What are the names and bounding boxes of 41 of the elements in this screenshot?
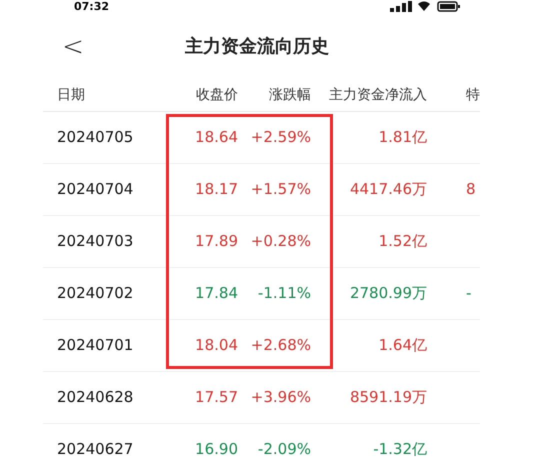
table-cell-text: 17.57 (194, 387, 238, 408)
table-cell-text: 17.84 (194, 283, 238, 304)
table-cell-text: -2.09% (256, 439, 311, 460)
table-cell-text: +3.96% (250, 387, 311, 408)
wifi-icon (418, 1, 430, 11)
battery-icon (437, 1, 461, 12)
table-cell-text: 18.17 (194, 179, 238, 200)
table-cell-text: +2.68% (250, 335, 311, 356)
table-cell-text: 1.52亿 (378, 231, 427, 252)
table-cell-text: 20240628 (56, 387, 134, 408)
back-button[interactable]: < (62, 32, 84, 62)
column-header: 收盘价 (195, 86, 238, 105)
table-cell-text: +1.57% (250, 179, 311, 200)
table-cell-text: 20240704 (56, 179, 134, 200)
column-header: 日期 (56, 86, 86, 105)
table-cell-text: 1.64亿 (378, 335, 427, 356)
column-header: 主力资金净流入 (328, 86, 427, 105)
status-time: 07:32 (74, 0, 110, 13)
table-cell-text: 17.89 (194, 231, 238, 252)
table-cell-text: 8 (465, 179, 477, 200)
table-cell-text: +2.59% (250, 127, 311, 148)
table-cell-text: 20240703 (56, 231, 134, 252)
column-header: 特 (465, 86, 480, 105)
table-cell-text: 20240627 (56, 439, 134, 460)
table-cell-text: - (465, 283, 472, 304)
page-title: 主力资金流向历史 (185, 35, 329, 59)
table-cell-text: 4417.46万 (348, 179, 427, 200)
table-cell-text: 8591.19万 (348, 387, 427, 408)
table-cell-text: -1.11% (256, 283, 311, 304)
table-cell-text: 1.81亿 (378, 127, 427, 148)
table-cell-text: 18.64 (194, 127, 238, 148)
table-cell-text: 18.04 (194, 335, 238, 356)
table-cell-text: 20240705 (56, 127, 134, 148)
table-cell-text: 16.90 (194, 439, 238, 460)
table-cell-text: 20240702 (56, 283, 134, 304)
table-cell-text: -1.32亿 (372, 439, 427, 460)
table-cell-text: 20240701 (56, 335, 134, 356)
table-cell-text: +0.28% (250, 231, 311, 252)
signal-icon (390, 1, 412, 12)
column-header: 涨跌幅 (268, 86, 311, 105)
table-cell-text: 2780.99万 (348, 283, 427, 304)
